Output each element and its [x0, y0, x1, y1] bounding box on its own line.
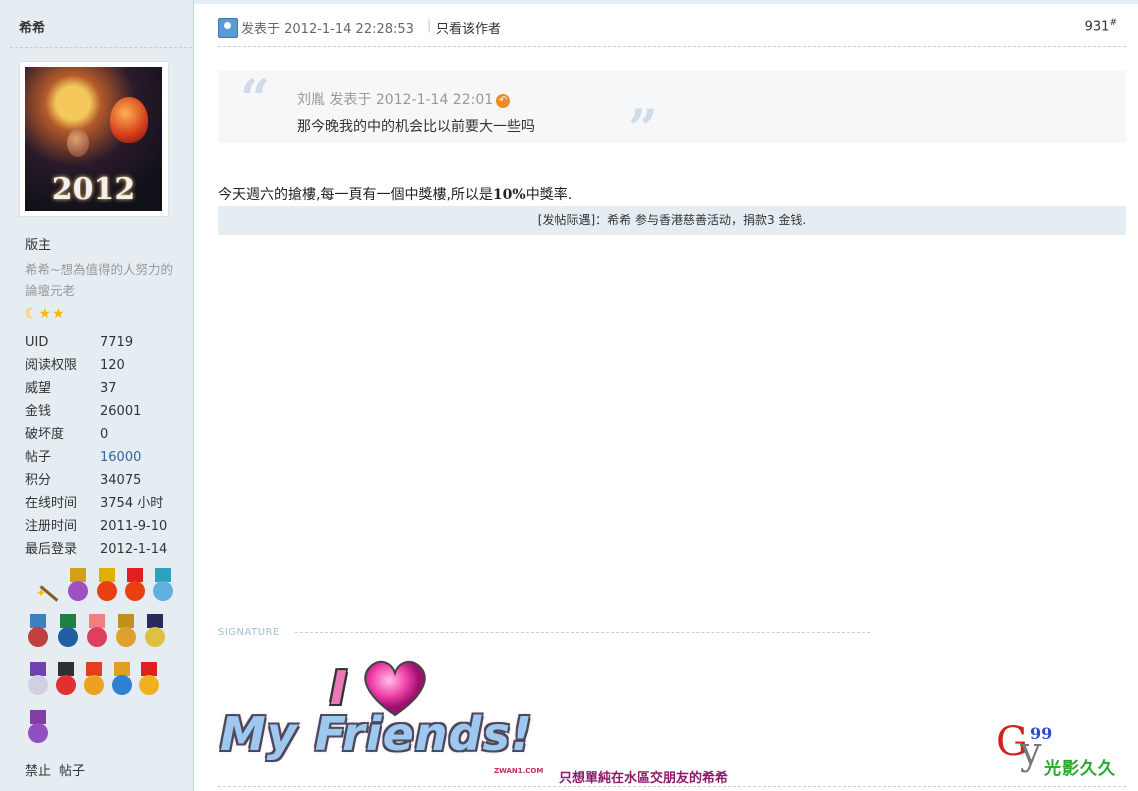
stat-label: 金钱	[25, 404, 52, 419]
site-logo: G y 99 光影久久	[996, 722, 1131, 779]
stat-value: 34075	[100, 473, 142, 488]
balloon-graphic	[110, 97, 148, 143]
floor-mark: #	[1109, 18, 1117, 28]
ban-link[interactable]: 禁止	[25, 764, 51, 779]
rank-stars-icon: ☾★★	[25, 306, 66, 322]
stat-row: 威望 37	[25, 379, 167, 402]
avatar[interactable]: 2012	[19, 61, 169, 217]
logo-text: 光影久久	[1044, 759, 1116, 779]
stat-row: 最后登录 2012-1-14	[25, 540, 167, 563]
stat-row: 帖子 16000	[25, 448, 167, 471]
only-author-link[interactable]: 只看该作者	[436, 18, 501, 37]
stat-label: UID	[25, 335, 49, 350]
stat-value: 26001	[100, 404, 142, 419]
signature-label: SIGNATURE	[218, 627, 280, 638]
stat-label: 在线时间	[25, 496, 78, 511]
avatar-image: 2012	[25, 67, 162, 211]
medal-icon[interactable]	[57, 614, 79, 652]
stat-row: 金钱 26001	[25, 402, 167, 425]
separator: |	[427, 18, 432, 33]
post-date: 发表于 2012-1-14 22:28:53	[241, 22, 414, 37]
stat-label: 最后登录	[25, 542, 78, 557]
stat-value: 2012-1-14	[100, 542, 168, 557]
user-custom-title: 希希~想為值得的人努力的論壇元老	[25, 262, 173, 298]
stat-value: 120	[100, 358, 125, 373]
jump-to-post-icon[interactable]: ↶	[496, 94, 511, 108]
stat-row: UID 7719	[25, 333, 167, 356]
medal-icon[interactable]	[86, 614, 108, 652]
signature-image-text: My Friends!	[220, 707, 533, 761]
user-posts-link[interactable]: 帖子	[59, 764, 85, 779]
stat-label: 积分	[25, 473, 52, 488]
stat-row: 破坏度 0	[25, 425, 167, 448]
stat-value: 0	[100, 427, 109, 442]
message-text-end: 中獎率.	[525, 187, 573, 203]
post-message: 今天週六的搶樓,每一頁有一個中獎樓,所以是10%中獎率.	[218, 184, 572, 204]
stat-value: 37	[100, 381, 117, 396]
open-quote-icon: “	[240, 69, 270, 130]
medal-icon[interactable]	[111, 662, 133, 700]
medal-icon[interactable]	[96, 568, 118, 606]
stat-row: 阅读权限 120	[25, 356, 167, 379]
medal-icon[interactable]	[55, 662, 77, 700]
user-rank[interactable]: 版主	[25, 234, 51, 253]
quote-author-date: 刘胤 发表于 2012-1-14 22:01	[297, 92, 494, 108]
medal-icon[interactable]	[152, 568, 174, 606]
medal-icon[interactable]	[138, 662, 160, 700]
magic-wand-medal-icon[interactable]: ✦	[36, 580, 59, 618]
medal-icon[interactable]	[124, 568, 146, 606]
sidebar-divider	[10, 47, 192, 48]
medal-icon[interactable]	[67, 568, 89, 606]
logo-99: 99	[1030, 724, 1053, 743]
stat-row: 积分 34075	[25, 471, 167, 494]
stat-value: 2011-9-10	[100, 519, 168, 534]
medal-icon[interactable]	[144, 614, 166, 652]
quote-text: 那今晚我的中的机会比以前要大一些吗	[297, 119, 535, 135]
quote-block: “ 刘胤 发表于 2012-1-14 22:01 ↶ 那今晚我的中的机会比以前要大…	[218, 69, 1126, 159]
online-user-icon	[218, 18, 238, 38]
close-quote-icon: ”	[628, 99, 658, 160]
stat-label: 注册时间	[25, 519, 78, 534]
user-stats: UID 7719 阅读权限 120 威望 37 金钱 26001 破坏度 0 帖子 1600…	[25, 333, 167, 563]
reward-notice: [发帖际遇]：希希 参与香港慈善活动，捐款3 金钱.	[218, 206, 1126, 235]
medal-icon[interactable]	[27, 662, 49, 700]
stat-row: 注册时间 2011-9-10	[25, 517, 167, 540]
signature-text: 只想單純在水區交朋友的希希	[559, 771, 729, 786]
message-bold: 10%	[492, 187, 526, 203]
avatar-year-text: 2012	[51, 172, 136, 207]
stat-label: 帖子	[25, 450, 52, 465]
floor-number: 931	[1084, 19, 1110, 35]
signature-divider	[295, 632, 870, 633]
signature-image: I My Friends! ZWAN1.COM	[218, 655, 553, 779]
medal-icon[interactable]	[115, 614, 137, 652]
posts-count-link[interactable]: 16000	[100, 448, 141, 471]
post-bottom-divider	[218, 786, 1126, 787]
medal-icon[interactable]	[27, 710, 49, 748]
post-header: 发表于 2012-1-14 22:28:53 | 只看该作者 931#	[218, 17, 1126, 39]
user-sidebar: 希希 2012 版主 希希~想為值得的人努力的論壇元老 ☾★★ UID 7719 …	[0, 0, 194, 791]
medal-icon[interactable]	[83, 662, 105, 700]
balloon-graphic-small	[67, 129, 89, 157]
signature-image-brand: ZWAN1.COM	[494, 767, 544, 775]
author-name[interactable]: 希希	[19, 17, 45, 36]
stat-label: 阅读权限	[25, 358, 78, 373]
stat-label: 破坏度	[25, 427, 65, 442]
medal-icon[interactable]	[27, 614, 49, 652]
quote-meta: 刘胤 发表于 2012-1-14 22:01 ↶	[297, 89, 511, 109]
user-actions: 禁止 帖子	[25, 760, 93, 779]
stat-value: 3754 小时	[100, 496, 164, 511]
message-text: 今天週六的搶樓,每一頁有一個中獎樓,所以是	[218, 187, 493, 203]
post-floor-number[interactable]: 931#	[1085, 18, 1117, 34]
stat-row: 在线时间 3754 小时	[25, 494, 167, 517]
stat-label: 威望	[25, 381, 52, 396]
stat-value: 7719	[100, 335, 134, 350]
post-divider	[218, 46, 1126, 47]
